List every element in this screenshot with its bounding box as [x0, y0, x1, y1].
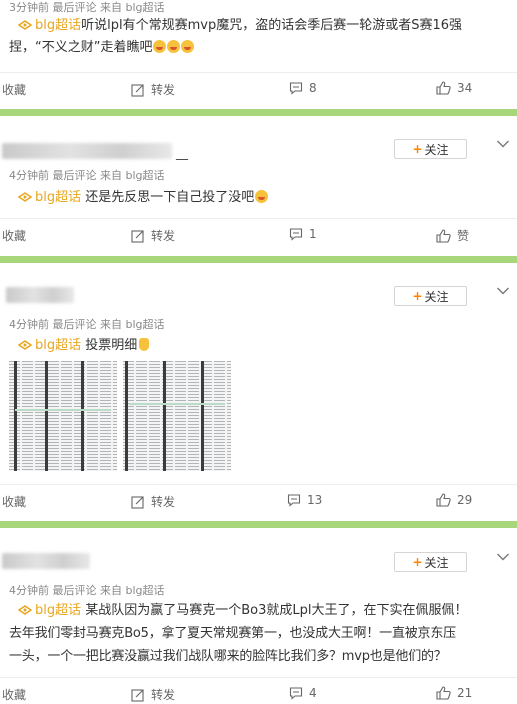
chevron-down-icon[interactable]	[496, 286, 510, 296]
repost-button[interactable]: 转发	[131, 81, 175, 98]
post-meta: 3分钟前 最后评论 来自 blg超话	[9, 1, 165, 14]
thumbs-up-icon	[436, 686, 451, 700]
like-button[interactable]: 赞	[436, 227, 469, 244]
topic-link[interactable]: blg超话	[18, 190, 81, 205]
topic-link[interactable]: blg超话	[18, 338, 81, 353]
post-meta: 4分钟前 最后评论 来自 blg超话	[9, 169, 165, 182]
repost-icon	[131, 688, 144, 702]
blurred-username	[6, 287, 74, 303]
post-meta: 4分钟前 最后评论 来自 blg超话	[9, 318, 165, 331]
chevron-down-icon[interactable]	[496, 139, 510, 149]
post-text-line2: 捏，“不义之财”走着瞧吧	[9, 37, 195, 58]
topic-link[interactable]: blg超话	[18, 18, 81, 33]
post-separator	[0, 521, 517, 528]
comment-button[interactable]: 13	[287, 493, 322, 507]
post-meta: 4分钟前 最后评论 来自 blg超话	[9, 584, 165, 597]
plus-icon: +	[412, 555, 423, 569]
laughing-face-icon	[167, 40, 181, 53]
post-text: blg超话 投票明细	[18, 335, 150, 356]
repost-icon	[131, 83, 144, 97]
comment-icon	[289, 228, 303, 241]
like-button[interactable]: 21	[436, 686, 472, 700]
follow-button[interactable]: + 关注	[394, 286, 467, 306]
blurred-username	[2, 553, 90, 569]
repost-icon	[131, 495, 144, 509]
thumbs-up-icon	[436, 81, 451, 95]
comment-icon	[289, 687, 303, 700]
comment-button[interactable]: 1	[289, 227, 317, 241]
topic-link[interactable]: blg超话	[18, 603, 81, 618]
username-tail: __	[176, 146, 188, 160]
comment-button[interactable]: 4	[289, 686, 317, 700]
collect-button[interactable]: 收藏	[2, 81, 26, 98]
post-text: blg超话 某战队因为赢了马赛克一个Bo3就成Lpl大王了，在下实在佩服佩！	[18, 600, 513, 621]
post-separator	[0, 109, 517, 116]
post-text-line2: 去年我们零封马赛克Bo5，拿了夏天常规赛第一，也没成大王啊！一直被京东压	[9, 626, 456, 641]
plus-icon: +	[412, 142, 423, 156]
post-text: blg超话听说lpl有个常规赛mvp魔咒，盗的话会季后赛一轮游或者S赛16强	[18, 15, 513, 36]
vote-detail-image[interactable]	[9, 361, 117, 471]
vote-detail-image[interactable]	[123, 361, 231, 471]
crying-face-icon	[255, 190, 269, 203]
comment-button[interactable]: 8	[289, 81, 317, 95]
post-separator	[0, 256, 517, 263]
repost-button[interactable]: 转发	[131, 493, 175, 510]
repost-icon	[131, 229, 144, 243]
supertopic-icon	[18, 340, 32, 350]
like-button[interactable]: 29	[436, 493, 472, 507]
post-text-line3: 一头，一个一把比赛没赢过我们战队哪来的脸阵比我们多？mvp也是他们的？	[9, 649, 447, 664]
supertopic-icon	[18, 192, 32, 202]
blurred-username	[2, 143, 172, 159]
like-button[interactable]: 34	[436, 81, 472, 95]
thumbs-up-icon	[436, 228, 451, 243]
thumbs-up-icon	[436, 493, 451, 507]
comment-icon	[287, 494, 301, 507]
follow-button[interactable]: + 关注	[394, 552, 467, 572]
pointing-down-hand-icon	[139, 338, 150, 351]
collect-button[interactable]: 收藏	[2, 686, 26, 703]
comment-icon	[289, 82, 303, 95]
laughing-face-icon	[181, 40, 195, 53]
chevron-down-icon[interactable]	[496, 552, 510, 562]
post-text: blg超话 还是先反思一下自己投了没吧	[18, 187, 269, 208]
repost-button[interactable]: 转发	[131, 227, 175, 244]
laughing-face-icon	[153, 40, 167, 53]
follow-button[interactable]: + 关注	[394, 139, 467, 159]
supertopic-icon	[18, 20, 32, 30]
collect-button[interactable]: 收藏	[2, 227, 26, 244]
plus-icon: +	[412, 289, 423, 303]
repost-button[interactable]: 转发	[131, 686, 175, 703]
supertopic-icon	[18, 605, 32, 615]
collect-button[interactable]: 收藏	[2, 493, 26, 510]
